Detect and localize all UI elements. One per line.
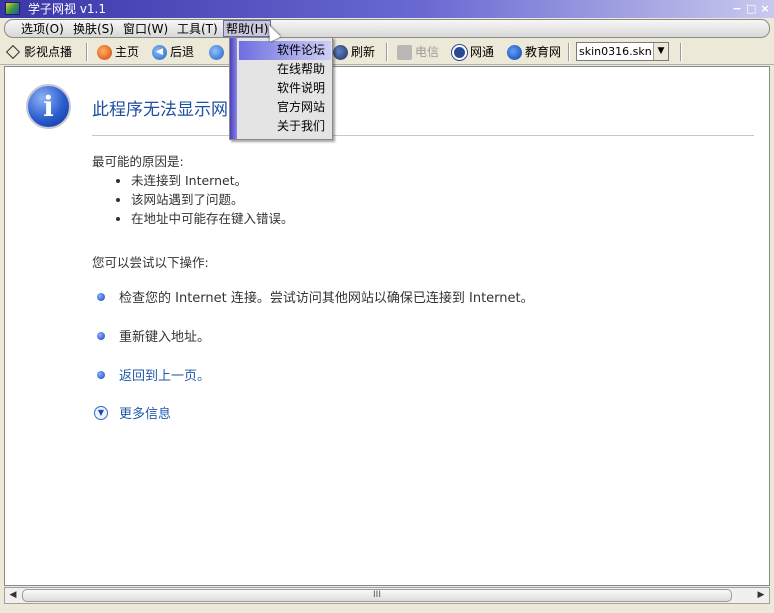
bullet-icon [97,292,105,301]
refresh-button[interactable]: 刷新 [333,43,375,61]
reasons-list: 未连接到 Internet。 该网站遇到了问题。 在地址中可能存在键入错误。 [116,171,294,228]
home-icon [97,44,112,60]
toolbar-separator [680,43,682,61]
minimize-button[interactable]: − [732,1,742,17]
menu-skin[interactable]: 换肤(S) [71,21,116,37]
maximize-button[interactable]: □ [746,1,756,17]
bullet-icon [97,331,105,340]
toolbar-separator [568,43,570,61]
toolbar-separator [386,43,388,61]
chevron-down-icon[interactable]: ▼ [653,43,668,60]
info-icon: i [26,84,71,129]
scroll-right-icon[interactable]: ▶ [753,588,769,603]
go-back-link[interactable]: 返回到上一页。 [119,365,210,384]
netcom-label: 网通 [470,45,495,59]
browser-content: i 此程序无法显示网页 最可能的原因是: 未连接到 Internet。 该网站遇… [4,66,770,586]
menu-options[interactable]: 选项(O) [19,21,66,37]
error-title: 此程序无法显示网页 [92,100,245,120]
menu-item-forum[interactable]: 软件论坛 [239,41,331,60]
divider [92,135,754,136]
help-dropdown-menu: 软件论坛 在线帮助 软件说明 官方网站 关于我们 [229,37,333,140]
title-bar: 学子网视 v1.1 − □ × [0,0,774,18]
skin-select-value: skin0316.skn [579,45,652,58]
status-bar [0,605,774,613]
list-item: 未连接到 Internet。 [116,171,294,190]
menu-item-official-site[interactable]: 官方网站 [239,98,331,117]
education-network-label: 教育网 [525,45,562,59]
back-button[interactable]: ◀ 后退 [152,43,194,61]
video-on-demand-label: 影视点播 [24,45,73,59]
toolbar-separator [86,43,88,61]
scrollbar-thumb[interactable]: III [22,589,732,602]
action-check-connection: 检查您的 Internet 连接。尝试访问其他网站以确保已连接到 Interne… [97,287,534,306]
app-icon [5,2,20,15]
try-heading: 您可以尝试以下操作: [92,255,209,270]
action-go-back[interactable]: 返回到上一页。 [97,365,210,384]
refresh-label: 刷新 [351,45,376,59]
close-button[interactable]: × [760,1,770,17]
skin-select[interactable]: skin0316.skn ▼ [576,42,669,61]
list-item: 在地址中可能存在键入错误。 [116,209,294,228]
forward-arrow-icon [209,44,224,60]
reasons-heading: 最可能的原因是: [92,154,184,169]
chevron-down-circle-icon[interactable]: ▼ [94,405,108,420]
horizontal-scrollbar[interactable]: ◀ III ▶ [4,587,770,604]
diamond-icon [5,44,21,60]
telecom-label: 电信 [415,45,440,59]
home-label: 主页 [115,45,140,59]
menu-window[interactable]: 窗口(W) [121,21,170,37]
telecom-icon [397,44,412,60]
education-network-icon [507,44,522,60]
scroll-left-icon[interactable]: ◀ [5,588,21,603]
window-title: 学子网视 v1.1 [28,2,107,16]
menu-side-stripe [230,38,237,139]
telecom-button[interactable]: 电信 [397,43,439,61]
toolbar: 影视点播 主页 ◀ 后退 刷新 电信 网通 教育网 skin0316.skn ▼ [0,39,774,65]
more-info-toggle[interactable]: ▼ 更多信息 [94,403,171,422]
menu-bar: 选项(O) 换肤(S) 窗口(W) 工具(T) 帮助(H) [4,19,770,38]
action-text: 重新键入地址。 [119,330,211,345]
video-on-demand-button[interactable]: 影视点播 [5,43,73,61]
refresh-globe-icon [333,44,348,60]
home-button[interactable]: 主页 [97,43,139,61]
back-label: 后退 [170,45,195,59]
menu-item-online-help[interactable]: 在线帮助 [239,60,331,79]
forward-button[interactable] [209,43,224,61]
back-arrow-icon: ◀ [152,44,167,60]
menu-tools[interactable]: 工具(T) [175,21,220,37]
more-info-link[interactable]: 更多信息 [119,403,171,422]
netcom-button[interactable]: 网通 [452,43,494,61]
education-network-button[interactable]: 教育网 [507,43,561,61]
menu-item-software-guide[interactable]: 软件说明 [239,79,331,98]
action-retype-address: 重新键入地址。 [97,326,210,345]
action-text: 检查您的 Internet 连接。尝试访问其他网站以确保已连接到 Interne… [119,291,534,306]
bullet-icon [97,370,105,379]
list-item: 该网站遇到了问题。 [116,190,294,209]
menu-item-about[interactable]: 关于我们 [239,117,331,136]
netcom-icon [452,44,467,60]
